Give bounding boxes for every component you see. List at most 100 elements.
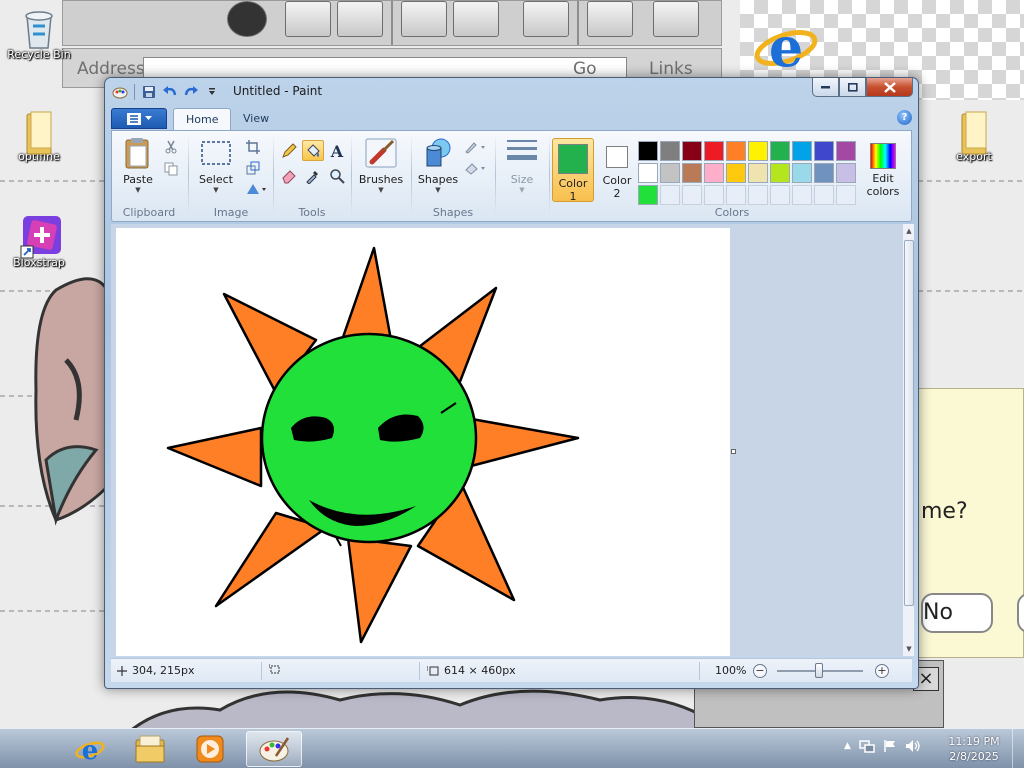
palette-color-swatch[interactable] <box>638 163 658 183</box>
palette-color-swatch[interactable] <box>748 163 768 183</box>
title-bar[interactable]: Untitled - Paint <box>105 78 918 106</box>
tab-view[interactable]: View <box>231 108 281 130</box>
fill-icon[interactable] <box>302 140 324 161</box>
dialog-no-button[interactable]: No <box>921 593 993 633</box>
palette-color-swatch[interactable] <box>836 163 856 183</box>
paint-app-icon[interactable] <box>111 83 129 101</box>
color-picker-icon[interactable] <box>302 165 324 186</box>
minimize-button[interactable] <box>812 78 839 97</box>
cut-icon[interactable] <box>160 137 182 157</box>
paste-label: Paste <box>123 173 153 186</box>
close-button[interactable] <box>866 78 913 97</box>
copy-icon[interactable] <box>160 159 182 179</box>
scroll-down-icon[interactable]: ▼ <box>903 642 915 656</box>
palette-color-swatch[interactable] <box>704 163 724 183</box>
palette-color-swatch[interactable] <box>660 141 680 161</box>
palette-custom-slot[interactable] <box>814 185 834 205</box>
save-icon[interactable] <box>140 83 158 101</box>
fill-shape-icon[interactable] <box>462 158 490 178</box>
desktop-icon-recycle-bin[interactable]: Recycle Bin <box>1 6 77 61</box>
crop-icon[interactable] <box>242 137 264 157</box>
status-divider <box>699 662 700 680</box>
palette-color-swatch[interactable] <box>748 141 768 161</box>
clock[interactable]: 11:19 PM 2/8/2025 <box>946 734 1002 764</box>
volume-icon[interactable] <box>905 739 921 753</box>
palette-custom-slot[interactable] <box>726 185 746 205</box>
zoom-out-button[interactable]: − <box>753 664 767 678</box>
palette-color-swatch[interactable] <box>726 163 746 183</box>
drawing-canvas[interactable] <box>116 228 730 656</box>
rotate-icon[interactable] <box>242 179 270 199</box>
color1-button[interactable]: Color 1 <box>552 138 594 203</box>
desktop-icon-export[interactable]: export <box>936 108 1012 163</box>
palette-color-swatch[interactable] <box>682 163 702 183</box>
scroll-up-icon[interactable]: ▲ <box>903 224 915 238</box>
close-icon <box>883 81 896 93</box>
action-center-flag-icon[interactable] <box>883 739 897 753</box>
tray-chevron-icon[interactable]: ▲ <box>844 741 851 751</box>
palette-custom-slot[interactable] <box>660 185 680 205</box>
palette-color-swatch[interactable] <box>814 141 834 161</box>
maximize-button[interactable] <box>839 78 866 97</box>
pencil-icon[interactable] <box>278 140 300 161</box>
palette-color-swatch[interactable] <box>704 141 724 161</box>
palette-color-swatch[interactable] <box>770 141 790 161</box>
shapes-button[interactable]: Shapes ▼ <box>416 136 460 194</box>
help-icon[interactable]: ? <box>897 110 912 125</box>
palette-custom-slot[interactable] <box>836 185 856 205</box>
palette-color-swatch[interactable] <box>638 141 658 161</box>
outline-icon[interactable] <box>462 137 490 157</box>
undo-icon[interactable] <box>161 83 179 101</box>
palette-color-swatch[interactable] <box>660 163 680 183</box>
resize-handle[interactable] <box>731 449 736 454</box>
palette-custom-slot[interactable] <box>748 185 768 205</box>
show-desktop-button[interactable] <box>1012 729 1024 768</box>
eraser-icon[interactable] <box>278 165 300 186</box>
folder-icon <box>954 108 994 155</box>
qat-separator <box>134 84 135 100</box>
edit-colors-button[interactable]: Edit colors <box>860 138 906 202</box>
taskbar-media-player[interactable] <box>182 731 238 767</box>
color2-button[interactable]: Color 2 <box>596 138 638 202</box>
palette-color-swatch[interactable] <box>770 163 790 183</box>
size-button[interactable]: Size ▼ <box>500 136 544 194</box>
palette-color-swatch[interactable] <box>792 141 812 161</box>
vertical-scrollbar[interactable]: ▲ ▼ <box>902 224 914 656</box>
select-button[interactable]: Select ▼ <box>194 136 238 194</box>
taskbar-ie[interactable]: e <box>62 731 118 767</box>
resize-icon[interactable] <box>242 158 264 178</box>
palette-color-swatch[interactable] <box>814 163 834 183</box>
tab-home[interactable]: Home <box>173 108 232 130</box>
desktop-icon-optifine[interactable]: optifine <box>1 108 77 163</box>
palette-custom-slot[interactable] <box>682 185 702 205</box>
palette-color-swatch[interactable] <box>836 141 856 161</box>
palette-custom-slot[interactable] <box>792 185 812 205</box>
palette-color-swatch[interactable] <box>682 141 702 161</box>
edit-colors-label2: colors <box>866 185 900 198</box>
taskbar-paint[interactable] <box>246 731 302 767</box>
redo-icon[interactable] <box>182 83 200 101</box>
dialog-other-button[interactable] <box>1017 593 1024 633</box>
magnifier-icon[interactable] <box>326 165 348 186</box>
palette-custom-slot[interactable] <box>704 185 724 205</box>
brushes-button[interactable]: Brushes ▼ <box>358 136 404 194</box>
palette-custom-slot[interactable] <box>770 185 790 205</box>
scroll-thumb[interactable] <box>904 240 914 606</box>
background-dialog: me? No <box>918 388 1024 658</box>
palette-color-swatch[interactable] <box>638 185 658 205</box>
taskbar-explorer[interactable] <box>122 731 178 767</box>
palette-color-swatch[interactable] <box>726 141 746 161</box>
network-icon[interactable] <box>859 739 875 753</box>
paste-button[interactable]: Paste ▼ <box>118 136 158 194</box>
palette-color-swatch[interactable] <box>792 163 812 183</box>
zoom-slider-knob[interactable] <box>815 663 823 678</box>
text-icon[interactable]: A <box>326 140 348 161</box>
customize-qat-icon[interactable] <box>203 83 221 101</box>
svg-text:A: A <box>330 143 344 159</box>
paint-menu-button[interactable] <box>111 108 167 129</box>
zoom-in-button[interactable]: + <box>875 664 889 678</box>
desktop-icon-bloxstrap[interactable]: Bloxstrap <box>1 214 77 269</box>
clock-date: 2/8/2025 <box>949 750 999 763</box>
status-divider <box>419 662 420 680</box>
shapes-label: Shapes <box>417 173 459 186</box>
